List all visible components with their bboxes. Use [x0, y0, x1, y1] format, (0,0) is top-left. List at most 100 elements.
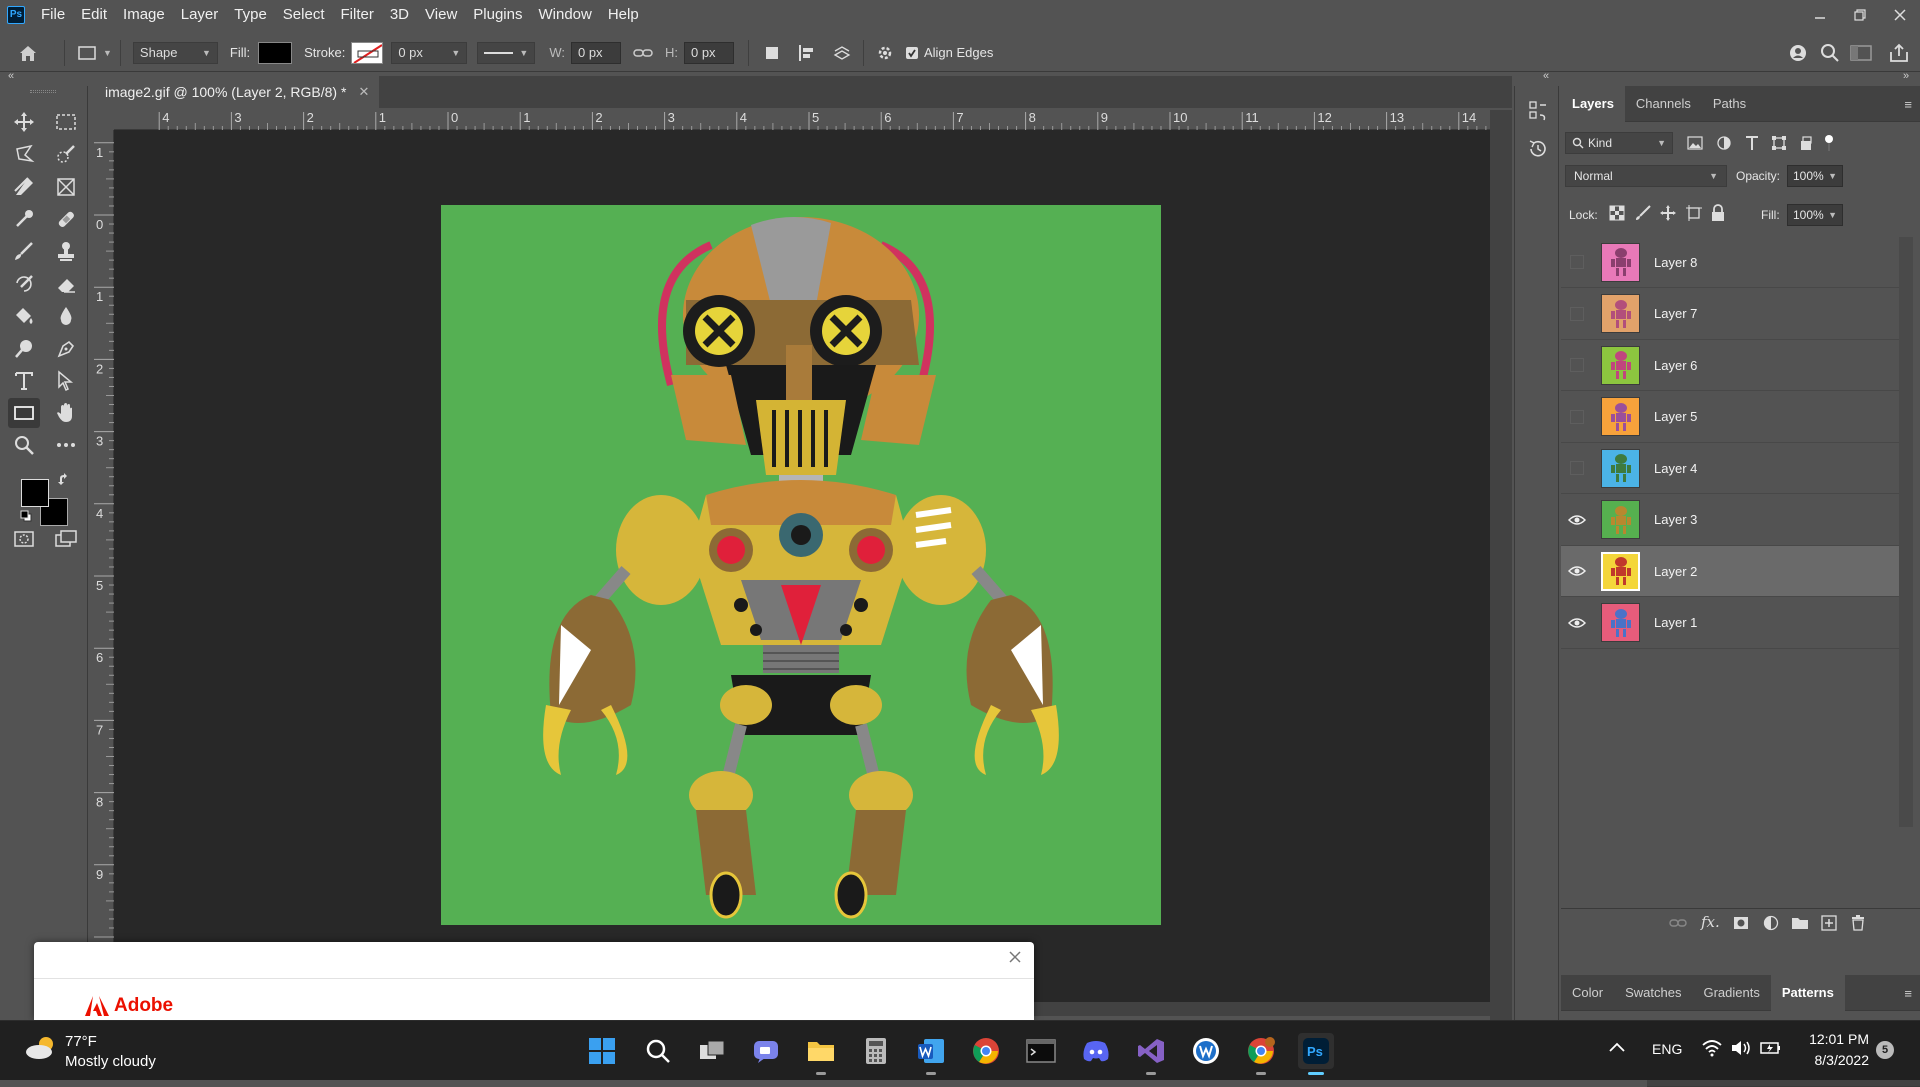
close-tab-icon[interactable]: ✕ — [358, 84, 369, 100]
path-selection-tool[interactable] — [50, 366, 82, 396]
zoom-tool[interactable] — [8, 430, 40, 460]
path-arrangement-button[interactable] — [831, 43, 853, 63]
tab-swatches[interactable]: Swatches — [1614, 975, 1692, 1011]
menu-filter[interactable]: Filter — [333, 0, 382, 29]
canvas-area[interactable] — [114, 130, 1490, 1002]
tab-gradients[interactable]: Gradients — [1692, 975, 1770, 1011]
menu-help[interactable]: Help — [600, 0, 647, 29]
calculator-button[interactable] — [858, 1033, 894, 1069]
path-operations-button[interactable] — [763, 44, 781, 62]
pen-tool[interactable] — [50, 334, 82, 364]
paint-bucket-tool[interactable] — [8, 301, 40, 331]
volume-status[interactable] — [1730, 1039, 1752, 1057]
layer-visibility-toggle[interactable] — [1561, 391, 1593, 442]
fx-icon[interactable]: fx. — [1701, 913, 1720, 931]
layer-visibility-toggle[interactable] — [1561, 597, 1593, 648]
filter-smart-object-button[interactable] — [1799, 135, 1813, 151]
menu-type[interactable]: Type — [226, 0, 275, 29]
layer-thumbnail[interactable] — [1601, 397, 1640, 436]
document-canvas[interactable] — [441, 205, 1161, 925]
layer-thumbnail[interactable] — [1601, 345, 1640, 385]
share-button[interactable] — [1888, 42, 1910, 64]
discord-button[interactable] — [1078, 1033, 1114, 1069]
lock-pixels-button[interactable] — [1635, 205, 1651, 221]
layer-thumbnail[interactable] — [1601, 242, 1640, 282]
visual-studio-button[interactable] — [1133, 1033, 1169, 1075]
quick-selection-tool[interactable] — [50, 139, 82, 169]
clock-date[interactable]: 8/3/2022 — [1805, 1052, 1870, 1068]
blur-tool[interactable] — [50, 301, 82, 331]
shape-mode-select[interactable]: Shape ▼ — [132, 41, 218, 64]
blend-mode-select[interactable]: Normal ▼ — [1565, 165, 1727, 187]
geometry-options-button[interactable] — [876, 44, 894, 62]
history-mini-button[interactable] — [1527, 138, 1549, 160]
history-brush-tool[interactable] — [8, 269, 40, 299]
brush-tool[interactable] — [8, 236, 40, 266]
hand-tool[interactable] — [50, 398, 82, 428]
word-button[interactable] — [913, 1033, 949, 1075]
tab-color[interactable]: Color — [1561, 975, 1614, 1011]
quick-mask-button[interactable] — [8, 524, 40, 554]
close-button[interactable] — [1880, 0, 1920, 29]
layer-row[interactable]: Layer 5 — [1561, 392, 1899, 443]
link-dimensions-button[interactable] — [633, 47, 653, 59]
link-layers-button[interactable] — [1669, 917, 1687, 929]
fill-input[interactable]: 100% ▼ — [1787, 204, 1843, 226]
properties-mini-button[interactable] — [1527, 100, 1549, 124]
menu-view[interactable]: View — [417, 0, 465, 29]
start-button[interactable] — [584, 1033, 620, 1069]
language-indicator[interactable]: ENG — [1652, 1041, 1682, 1057]
align-edges-checkbox[interactable]: Align Edges — [905, 45, 993, 60]
task-view-button[interactable] — [694, 1033, 730, 1069]
notification-badge[interactable]: 5 — [1876, 1041, 1894, 1059]
edit-toolbar-button[interactable] — [50, 430, 82, 460]
file-explorer-button[interactable] — [803, 1033, 839, 1075]
menu-image[interactable]: Image — [115, 0, 173, 29]
tool-preset-picker[interactable]: ▼ — [77, 45, 112, 61]
stroke-swatch[interactable] — [351, 41, 384, 64]
learn-button[interactable] — [1788, 43, 1810, 63]
show-hidden-icons-button[interactable] — [1608, 1041, 1626, 1053]
layer-row[interactable]: Layer 4 — [1561, 443, 1899, 494]
layer-thumbnail[interactable] — [1601, 448, 1640, 488]
layer-row[interactable]: Layer 8 — [1561, 237, 1899, 288]
default-colors-button[interactable] — [20, 510, 32, 522]
layer-visibility-toggle[interactable] — [1561, 546, 1593, 597]
menu-3d[interactable]: 3D — [382, 0, 417, 29]
lock-position-button[interactable] — [1659, 204, 1677, 222]
horizontal-ruler[interactable]: 4 3 2 1 0 1 2 3 4 5 6 7 8 9 10 11 12 13 14 — [114, 110, 1490, 130]
opacity-input[interactable]: 100% ▼ — [1787, 165, 1843, 187]
delete-layer-button[interactable] — [1851, 915, 1865, 931]
marquee-tool[interactable] — [50, 107, 82, 137]
battery-status[interactable] — [1760, 1039, 1782, 1057]
menu-plugins[interactable]: Plugins — [465, 0, 530, 29]
path-alignment-button[interactable] — [797, 43, 817, 63]
filter-shape-button[interactable] — [1771, 135, 1787, 151]
width-input[interactable]: 0 px — [570, 41, 621, 64]
lock-all-button[interactable] — [1711, 204, 1725, 222]
layer-name[interactable]: Layer 1 — [1654, 615, 1697, 630]
weather-widget[interactable] — [24, 1035, 58, 1061]
ruler-origin[interactable] — [92, 110, 114, 130]
lock-transparency-button[interactable] — [1609, 205, 1625, 221]
crop-tool[interactable] — [8, 172, 40, 202]
move-tool[interactable] — [8, 107, 40, 137]
menu-select[interactable]: Select — [275, 0, 333, 29]
dodge-tool[interactable] — [8, 334, 40, 364]
photoshop-taskbar-button[interactable]: Ps — [1298, 1033, 1334, 1075]
clock-time[interactable]: 12:01 PM — [1807, 1031, 1869, 1047]
layer-row[interactable]: Layer 7 — [1561, 289, 1899, 340]
filter-type-button[interactable] — [1745, 135, 1759, 151]
wifi-status[interactable] — [1702, 1039, 1722, 1057]
layer-row[interactable]: Layer 3 — [1561, 495, 1899, 546]
panel-menu-icon[interactable]: ≡ — [1904, 986, 1912, 1001]
minimize-button[interactable] — [1800, 0, 1840, 29]
layer-thumbnail[interactable] — [1601, 603, 1640, 642]
layer-row[interactable]: Layer 2 — [1561, 546, 1899, 597]
chrome-button[interactable] — [968, 1033, 1004, 1069]
foreground-color-swatch-top[interactable] — [21, 479, 49, 507]
new-adjustment-button[interactable] — [1763, 915, 1779, 931]
layer-name[interactable]: Layer 2 — [1654, 564, 1697, 579]
collapse-toolbar-icon[interactable]: « — [8, 70, 14, 82]
layer-visibility-toggle[interactable] — [1561, 288, 1593, 339]
